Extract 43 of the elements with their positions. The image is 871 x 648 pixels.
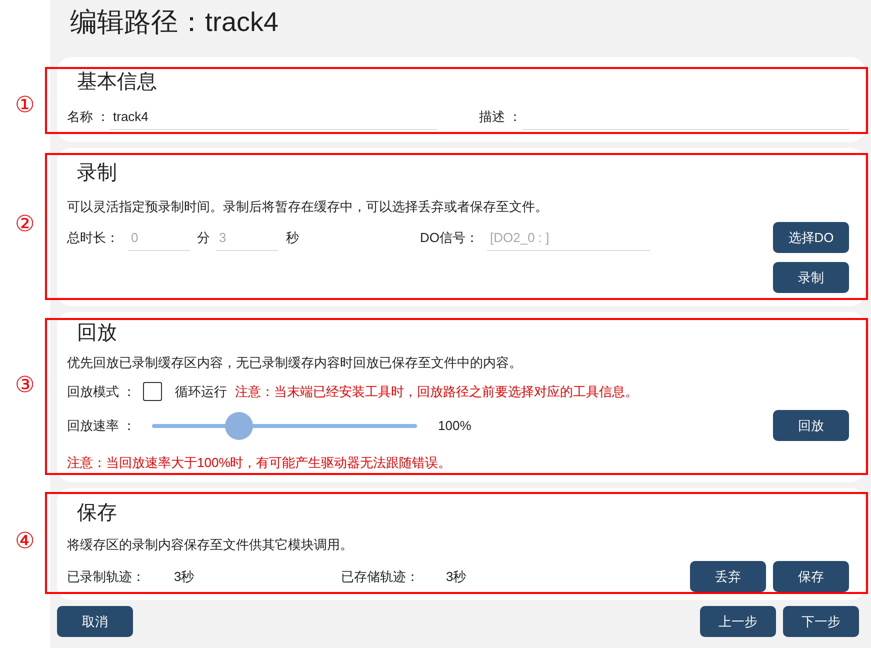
field-label: 名称 ：	[67, 108, 110, 126]
annotation-number: ②	[15, 212, 35, 236]
next-button[interactable]: 下一步	[783, 606, 859, 637]
field-label: 已录制轨迹：	[67, 568, 146, 586]
field-label: 总时长：	[67, 228, 120, 246]
field-label: 回放模式 ：	[67, 382, 137, 400]
speed-value: 100%	[438, 416, 472, 434]
annotation-number: ①	[15, 92, 35, 116]
section-description: 将缓存区的录制内容保存至文件供其它模块调用。	[67, 536, 353, 554]
checkbox[interactable]	[143, 382, 162, 401]
discard-button[interactable]: 丢弃	[690, 561, 766, 592]
field-label: 已存储轨迹：	[341, 568, 420, 586]
section-description: 可以灵活指定预录制时间。录制后将暂存在缓存中，可以选择丢弃或者保存至文件。	[67, 198, 548, 216]
field-label: 描述 ：	[479, 108, 522, 126]
warning-text: 注意：当回放速率大于100%时，有可能产生驱动器无法跟随错误。	[67, 454, 452, 472]
do-signal-field[interactable]: [DO2_0 : ]	[487, 224, 650, 250]
previous-button[interactable]: 上一步	[700, 606, 776, 637]
text-field[interactable]: track4	[110, 104, 437, 130]
unit-label: 秒	[286, 228, 299, 246]
slider-thumb[interactable]	[225, 412, 254, 440]
section-heading: 录制	[77, 161, 117, 185]
field-value: 3秒	[174, 568, 196, 586]
warning-text: 注意：当末端已经安装工具时，回放路径之前要选择对应的工具信息。	[235, 382, 638, 400]
select-do-button[interactable]: 选择DO	[773, 222, 849, 253]
seconds-field[interactable]: 3	[216, 224, 278, 250]
record-button[interactable]: 录制	[773, 262, 849, 293]
save-button[interactable]: 保存	[773, 561, 849, 592]
field-value: 3秒	[446, 568, 466, 586]
annotation-number: ③	[15, 373, 35, 397]
annotation-number: ④	[15, 529, 35, 553]
playback-button[interactable]: 回放	[773, 410, 849, 441]
cancel-button[interactable]: 取消	[57, 606, 133, 637]
checkbox-label: 循环运行	[175, 382, 227, 400]
unit-label: 分	[197, 228, 209, 246]
slider-track[interactable]	[152, 412, 417, 440]
section-description: 优先回放已录制缓存区内容，无已录制缓存内容时回放已保存至文件中的内容。	[67, 354, 522, 372]
section-heading: 回放	[77, 321, 117, 345]
minutes-field[interactable]: 0	[128, 224, 190, 250]
field-label: DO信号：	[420, 228, 480, 246]
field-label: 回放速率 ：	[67, 416, 137, 434]
section-heading: 保存	[77, 501, 117, 525]
page-title: 编辑路径：track4	[70, 6, 280, 39]
section-heading: 基本信息	[77, 70, 157, 94]
